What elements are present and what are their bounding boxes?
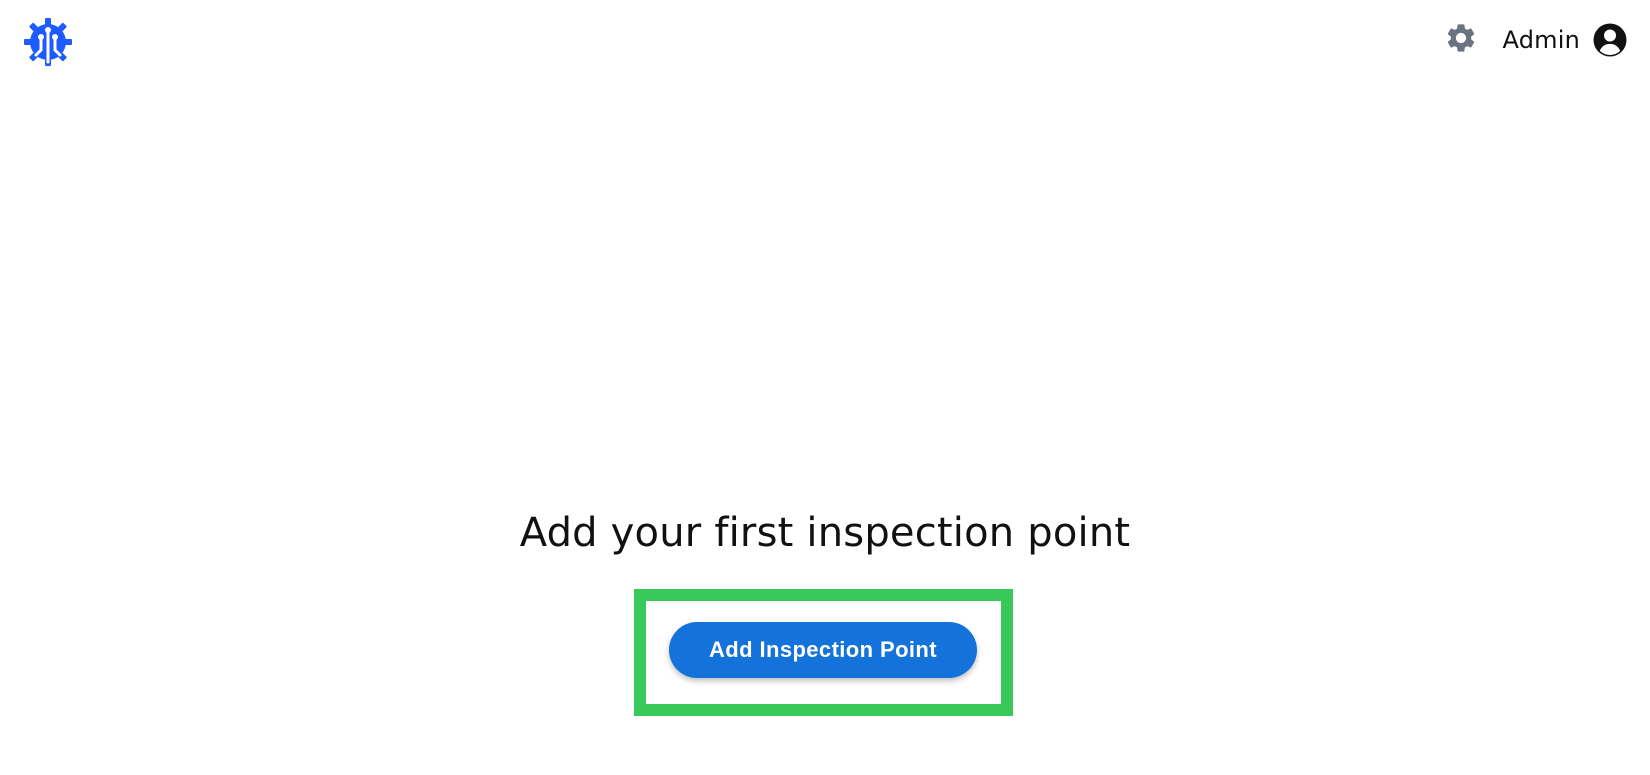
- app-page: Admin Add your first inspection point Ad…: [0, 0, 1650, 775]
- empty-state-headline: Add your first inspection point: [519, 510, 1131, 556]
- add-inspection-point-button[interactable]: Add Inspection Point: [669, 622, 977, 678]
- empty-state: Add your first inspection point Add Insp…: [0, 0, 1650, 775]
